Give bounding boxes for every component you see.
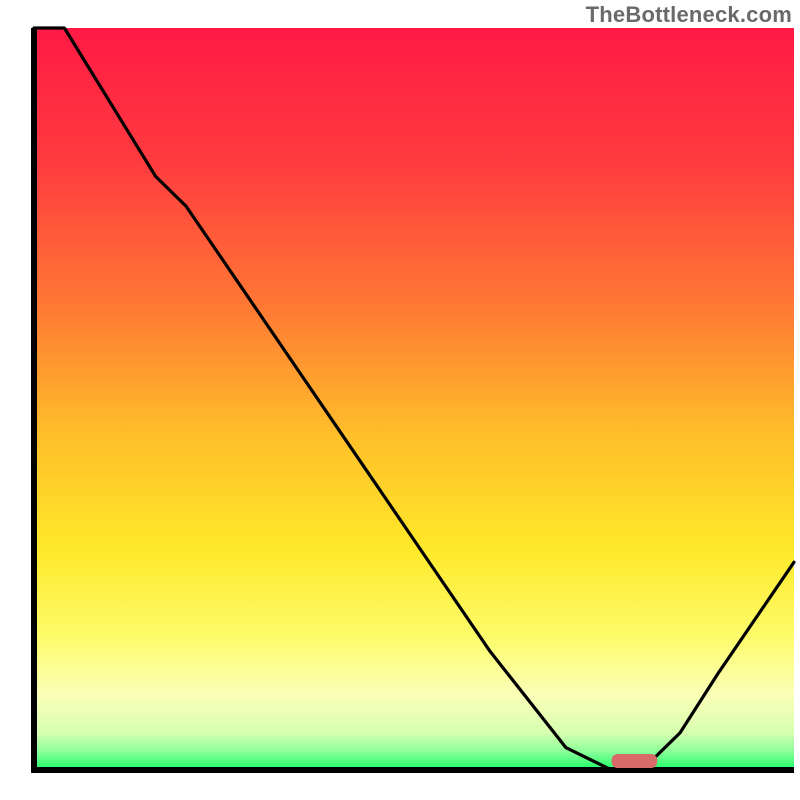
chart-container: { "watermark": "TheBottleneck.com", "cha… xyxy=(0,0,800,800)
bottleneck-chart xyxy=(0,0,800,800)
optimal-range-marker xyxy=(612,754,658,768)
watermark-text: TheBottleneck.com xyxy=(586,2,792,28)
plot-background xyxy=(34,28,794,770)
